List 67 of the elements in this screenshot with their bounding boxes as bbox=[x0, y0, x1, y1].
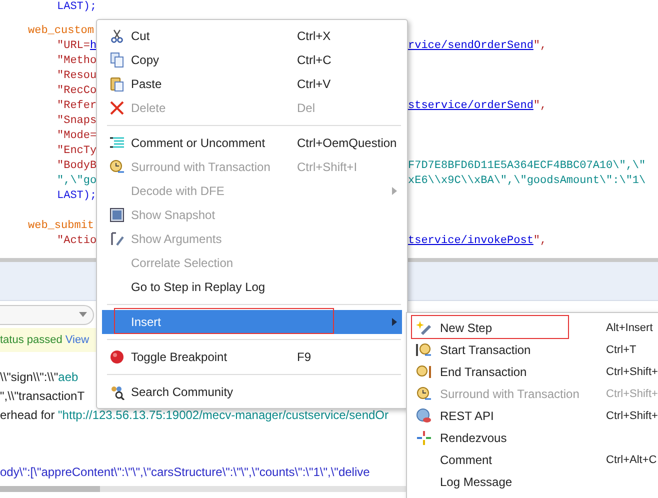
menu-item[interactable]: Comment Ctrl+Alt+C bbox=[407, 449, 658, 471]
code-text: ",\"go bbox=[57, 175, 97, 187]
code-text: "BodyB bbox=[57, 160, 97, 172]
code-text: xE6\\x9C\\xBA\",\"goodsAmount\":\"1\ bbox=[408, 175, 646, 187]
menu-item[interactable]: Rendezvous bbox=[407, 427, 658, 449]
menu-item[interactable]: REST API Ctrl+Shift+ bbox=[407, 405, 658, 427]
filter-dropdown[interactable] bbox=[0, 304, 94, 324]
code-text: web_submit bbox=[28, 220, 94, 232]
log-text: ",\\"transactionT bbox=[0, 389, 85, 403]
menu-item[interactable]: Start Transaction Ctrl+T bbox=[407, 339, 658, 361]
code-text: web_custom bbox=[28, 25, 94, 37]
log-text: "http://123.56.13.75:19002/mecv-manager/custservice/sendOr bbox=[58, 408, 388, 422]
horizontal-scrollbar[interactable] bbox=[0, 486, 406, 492]
menu-item[interactable]: Toggle Breakpoint F9 bbox=[102, 345, 402, 369]
clock-icon bbox=[109, 159, 125, 175]
menu-item[interactable]: New Step Alt+Insert bbox=[407, 317, 658, 339]
view-link[interactable]: View bbox=[65, 334, 90, 346]
caret-icon bbox=[79, 312, 87, 317]
code-text: ", bbox=[533, 40, 547, 52]
people-search-icon bbox=[109, 384, 125, 400]
menu-item[interactable]: Log Message bbox=[407, 471, 658, 493]
code-text: ", bbox=[533, 235, 547, 247]
arguments-icon bbox=[109, 231, 125, 247]
submenu-arrow-icon bbox=[392, 187, 396, 195]
clock-icon bbox=[416, 386, 432, 402]
code-text: "EncTy bbox=[57, 145, 97, 157]
menu-item[interactable]: Copy Ctrl+C bbox=[102, 48, 402, 72]
globe-icon bbox=[416, 408, 432, 424]
menu-item[interactable]: Comment or Uncomment Ctrl+OemQuestion bbox=[102, 131, 402, 155]
menu-item[interactable]: Insert bbox=[102, 310, 402, 334]
end-transaction-icon bbox=[416, 364, 432, 380]
code-text: "URL= bbox=[57, 40, 90, 52]
code-text: F7D7E8BFD6D11E5A364ECF4BBC07A10\",\" bbox=[408, 160, 646, 172]
code-text: LAST); bbox=[57, 190, 97, 202]
code-link[interactable]: tservice/invokePost bbox=[408, 235, 534, 247]
code-text: LAST); bbox=[57, 1, 97, 13]
copy-icon bbox=[109, 52, 125, 68]
code-link[interactable]: h bbox=[90, 40, 97, 52]
menu-item[interactable]: End Transaction Ctrl+Shift+ bbox=[407, 361, 658, 383]
menu-item[interactable]: Go to Step in Replay Log bbox=[102, 275, 402, 299]
code-text: "Snaps bbox=[57, 115, 97, 127]
log-text: ody\":[\"appreContent\":\"\",\"carsStructure\":\"\",\"counts\":\"1\",\"delive bbox=[0, 465, 370, 479]
snapshot-icon bbox=[109, 207, 125, 223]
code-link[interactable]: stservice/orderSend bbox=[408, 100, 534, 112]
scissors-icon bbox=[109, 28, 125, 44]
code-text: "Resou bbox=[57, 70, 97, 82]
log-text: \\"sign\\":\\" bbox=[0, 370, 58, 384]
code-text: ", bbox=[533, 100, 547, 112]
paste-icon bbox=[109, 76, 125, 92]
breakpoint-icon bbox=[109, 349, 125, 365]
menu-item[interactable]: Search Community bbox=[102, 380, 402, 404]
log-text: erhead for bbox=[0, 408, 56, 422]
code-text: "Actio bbox=[57, 235, 97, 247]
code-text: "RecCo bbox=[57, 85, 97, 97]
start-transaction-icon bbox=[416, 342, 432, 358]
new-step-icon bbox=[416, 320, 432, 336]
code-text: "Refer bbox=[57, 100, 97, 112]
status-text: tatus passed bbox=[0, 334, 62, 346]
menu-item[interactable]: Cut Ctrl+X bbox=[102, 24, 402, 48]
menu-item[interactable]: Paste Ctrl+V bbox=[102, 72, 402, 96]
converging-arrows-icon bbox=[416, 430, 432, 446]
code-text: "Metho bbox=[57, 55, 97, 67]
code-text: "Mode= bbox=[57, 130, 97, 142]
log-text: aeb bbox=[58, 370, 78, 384]
code-link[interactable]: rvice/sendOrderSend bbox=[408, 40, 534, 52]
delete-icon bbox=[109, 100, 125, 116]
submenu-arrow-icon bbox=[392, 318, 396, 326]
